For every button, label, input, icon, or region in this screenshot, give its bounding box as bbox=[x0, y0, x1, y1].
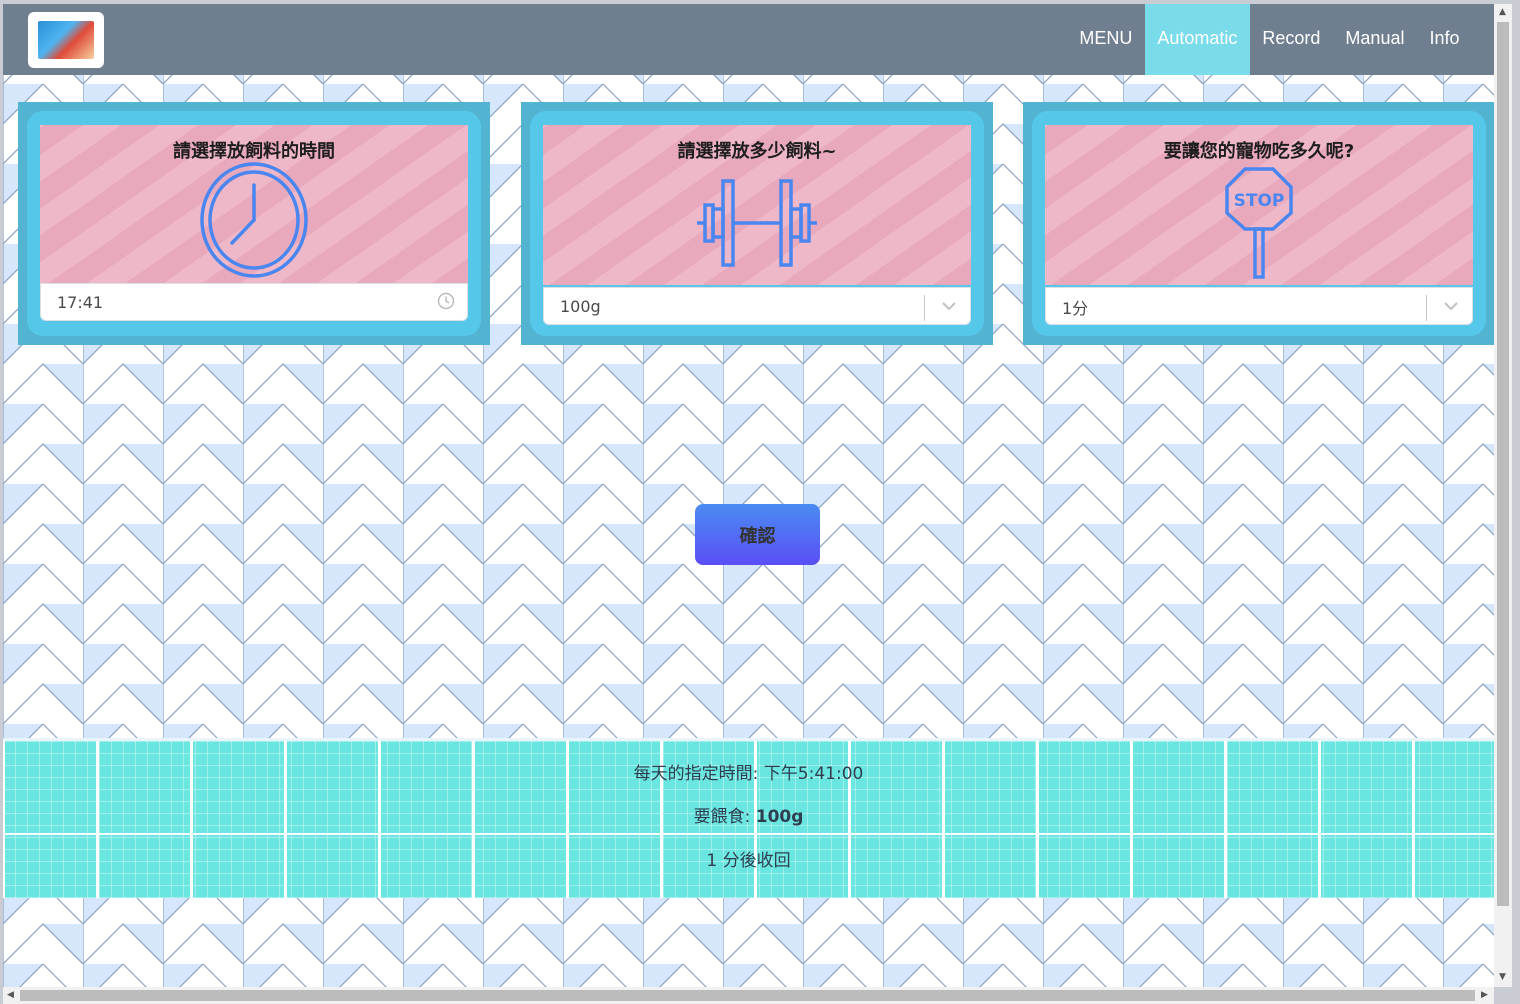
nav-menu: MENU Automatic Record Manual Info bbox=[1067, 4, 1472, 75]
amount-select[interactable] bbox=[543, 287, 971, 325]
horizontal-scroll-thumb[interactable] bbox=[20, 990, 1475, 1001]
card-art: 請選擇放飼料的時間 bbox=[40, 125, 468, 285]
summary-feed: 要餵食: 100g bbox=[3, 802, 1494, 827]
scroll-left-icon[interactable]: ◀ bbox=[7, 990, 14, 1000]
card-frame: 請選擇放飼料的時間 bbox=[27, 111, 481, 336]
card-art: 要讓您的寵物吃多久呢? STOP bbox=[1045, 125, 1473, 285]
nav-item-info[interactable]: Info bbox=[1417, 4, 1472, 75]
chevron-down-icon[interactable] bbox=[940, 297, 958, 315]
nav-item-menu[interactable]: MENU bbox=[1067, 4, 1145, 75]
dumbbell-icon bbox=[697, 179, 817, 267]
navbar: MENU Automatic Record Manual Info bbox=[3, 4, 1494, 75]
clock-icon bbox=[200, 162, 308, 278]
duration-input[interactable] bbox=[1060, 296, 1364, 317]
logo-image bbox=[38, 21, 94, 59]
summary-retract: 1 分後收回 bbox=[706, 851, 791, 871]
chevron-down-icon[interactable] bbox=[1442, 297, 1460, 315]
card-frame: 要讓您的寵物吃多久呢? STOP bbox=[1032, 111, 1486, 336]
horizontal-scrollbar[interactable]: ◀ ▶ bbox=[3, 987, 1494, 1004]
clock-small-icon bbox=[437, 292, 455, 310]
confirm-button[interactable]: 確認 bbox=[695, 504, 820, 565]
nav-item-record[interactable]: Record bbox=[1250, 4, 1333, 75]
vertical-scroll-thumb[interactable] bbox=[1497, 22, 1509, 906]
page: MENU Automatic Record Manual Info 請選擇放飼料… bbox=[3, 4, 1494, 987]
summary-time: 每天的指定時間: 下午5:41:00 bbox=[3, 759, 1494, 784]
card-title: 請選擇放飼料的時間 bbox=[173, 141, 335, 162]
card-frame: 請選擇放多少飼料~ bbox=[530, 111, 984, 336]
logo[interactable] bbox=[28, 12, 104, 68]
duration-select[interactable] bbox=[1045, 287, 1473, 325]
summary-time-label: 每天的指定時間: bbox=[633, 764, 764, 784]
scroll-up-icon[interactable]: ▲ bbox=[1499, 7, 1506, 17]
duration-card: 要讓您的寵物吃多久呢? STOP bbox=[1023, 102, 1494, 345]
nav-item-automatic[interactable]: Automatic bbox=[1144, 4, 1250, 75]
stop-sign-text: STOP bbox=[1234, 191, 1285, 211]
card-title: 要讓您的寵物吃多久呢? bbox=[1163, 141, 1355, 162]
time-card: 請選擇放飼料的時間 bbox=[18, 102, 490, 345]
summary-panel: 每天的指定時間: 下午5:41:00 要餵食: 100g 1 分後收回 bbox=[3, 738, 1494, 898]
select-divider bbox=[1426, 295, 1427, 321]
amount-input[interactable] bbox=[558, 296, 862, 317]
card-title: 請選擇放多少飼料~ bbox=[677, 141, 837, 162]
vertical-scrollbar[interactable]: ▲ ▼ bbox=[1494, 4, 1512, 987]
time-input[interactable] bbox=[55, 292, 359, 313]
nav-item-manual[interactable]: Manual bbox=[1333, 4, 1417, 75]
summary-feed-label: 要餵食: bbox=[693, 807, 756, 827]
scroll-right-icon[interactable]: ▶ bbox=[1481, 990, 1488, 1000]
select-divider bbox=[924, 295, 925, 321]
stop-sign-icon: STOP bbox=[1225, 167, 1293, 279]
summary-time-value: 下午5:41:00 bbox=[763, 764, 864, 784]
amount-card: 請選擇放多少飼料~ bbox=[521, 102, 993, 345]
summary-feed-value: 100g bbox=[755, 807, 804, 827]
card-art: 請選擇放多少飼料~ bbox=[543, 125, 971, 285]
scroll-down-icon[interactable]: ▼ bbox=[1499, 972, 1506, 982]
time-picker[interactable] bbox=[40, 283, 468, 321]
